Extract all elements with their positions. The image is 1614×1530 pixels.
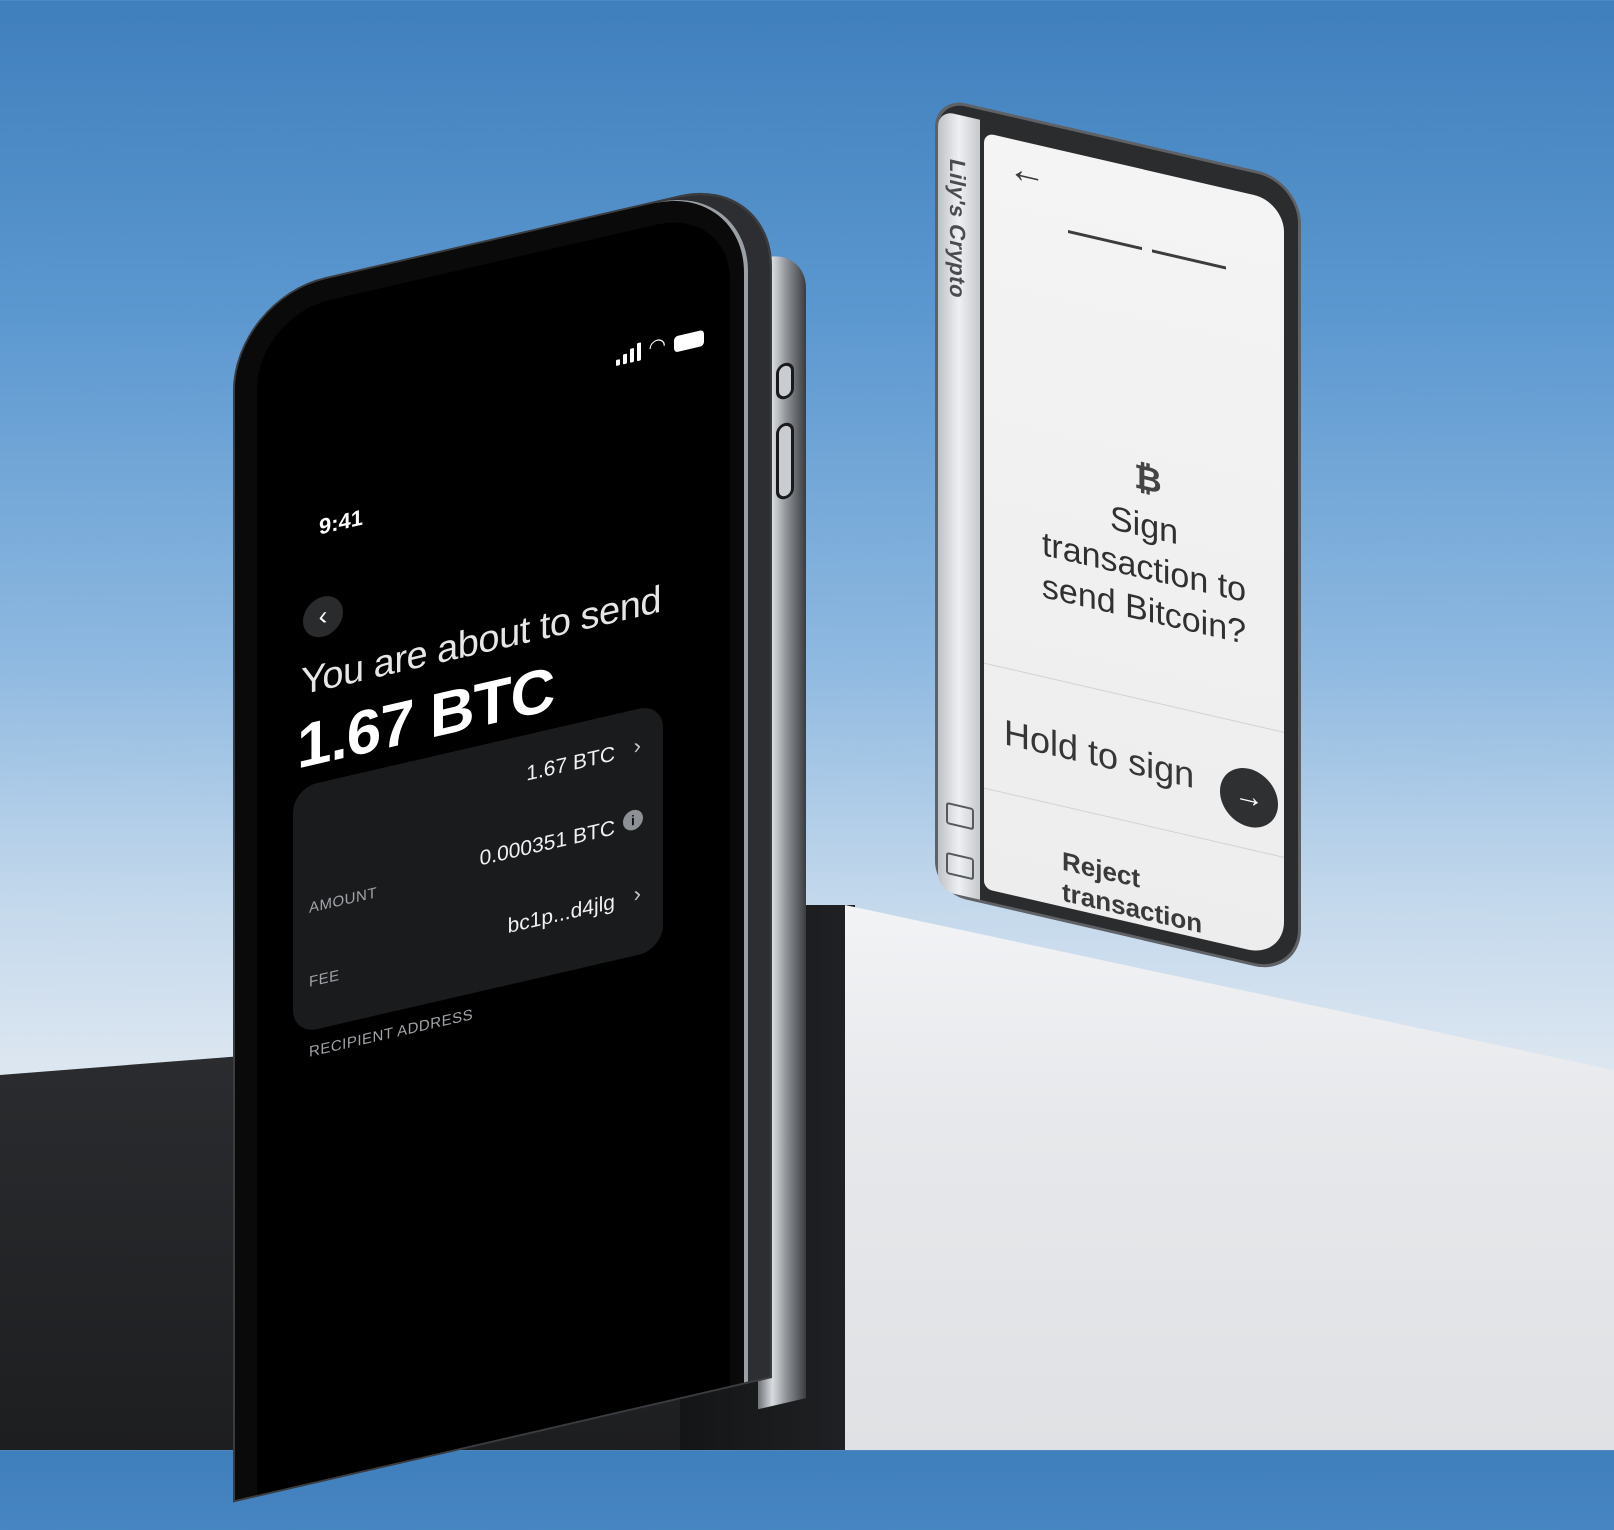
bitcoin-icon: ₿ xyxy=(1134,457,1162,502)
usb-icon xyxy=(946,801,974,831)
phone-screen: 9:41 ◠ ‹ You are about to send 1.67 BTC … xyxy=(257,207,730,1495)
progress-step-2 xyxy=(1152,249,1226,270)
recipient-value: bc1p...d4jlg xyxy=(507,890,615,939)
phone-volume-button[interactable] xyxy=(776,420,794,502)
battery-icon xyxy=(946,851,974,881)
chevron-right-icon: › xyxy=(633,880,641,907)
hold-to-sign-label: Hold to sign xyxy=(1004,711,1195,797)
chevron-right-icon: › xyxy=(633,732,641,759)
recipient-label: RECIPIENT ADDRESS xyxy=(309,1006,474,1061)
device-name: Lily's Crypto xyxy=(945,156,970,302)
info-icon[interactable]: i xyxy=(623,807,643,833)
status-bar-icons: ◠ xyxy=(615,326,704,367)
sign-question: Sign transaction to send Bitcoin? xyxy=(1041,498,1247,653)
wifi-icon: ◠ xyxy=(648,333,666,360)
fee-value: 0.000351 BTC xyxy=(479,816,615,871)
hardware-wallet: Lily's Crypto ← ₿ Sign transaction to se… xyxy=(938,100,1298,974)
smartphone: 9:41 ◠ ‹ You are about to send 1.67 BTC … xyxy=(235,176,806,1501)
back-arrow-icon[interactable]: ← xyxy=(1008,146,1046,198)
battery-icon xyxy=(674,329,704,353)
wallet-screen: ← ₿ Sign transaction to send Bitcoin? Ho… xyxy=(984,132,1284,958)
sign-arrow-button[interactable]: → xyxy=(1220,762,1278,834)
status-time: 9:41 xyxy=(319,504,364,540)
amount-value: 1.67 BTC xyxy=(526,742,615,786)
signal-icon xyxy=(615,342,641,367)
wallet-spine: Lily's Crypto xyxy=(938,110,980,900)
pedestal-light xyxy=(845,905,1614,1450)
progress-step-1 xyxy=(1068,230,1142,251)
back-button[interactable]: ‹ xyxy=(303,592,343,642)
